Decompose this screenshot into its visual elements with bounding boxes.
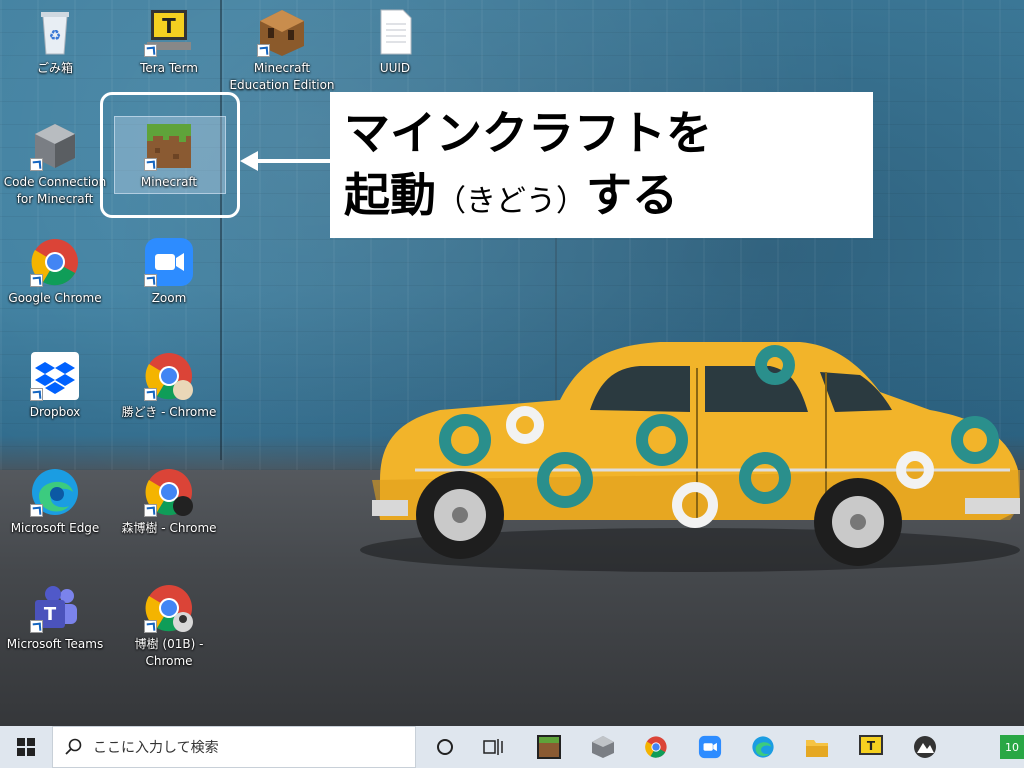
taskbar-search-box[interactable]: ここに入力して検索 [52, 726, 416, 768]
dropbox-icon [29, 350, 81, 402]
shortcut-arrow-icon [144, 620, 157, 633]
start-button[interactable] [0, 726, 52, 768]
edge-icon [752, 736, 774, 758]
shortcut-arrow-icon [30, 274, 43, 287]
shortcut-arrow-icon [144, 504, 157, 517]
desktop-icon-zoom[interactable]: Zoom [114, 236, 224, 307]
windows-logo-icon [17, 738, 35, 756]
svg-text:T: T [162, 14, 176, 38]
shortcut-arrow-icon [144, 274, 157, 287]
svg-text:T: T [867, 739, 876, 753]
tera-term-icon: T [143, 6, 195, 58]
cortana-button[interactable] [422, 726, 468, 768]
search-placeholder: ここに入力して検索 [93, 740, 219, 756]
svg-text:T: T [44, 604, 57, 625]
task-view-icon [483, 739, 503, 755]
task-view-button[interactable] [470, 726, 516, 768]
file-explorer-icon [806, 740, 828, 757]
furigana-reading: （きどう） [436, 184, 586, 219]
taskbar-app-file-explorer[interactable] [794, 726, 840, 768]
pointer-arrow [240, 151, 332, 171]
desktop-icon-recycle-bin[interactable]: ♻ ごみ箱 [0, 6, 110, 77]
shortcut-arrow-icon [257, 44, 270, 57]
minecraft-highlight-frame [100, 92, 240, 218]
desktop-icon-microsoft-edge[interactable]: Microsoft Edge [0, 466, 110, 537]
chrome-icon [29, 236, 81, 288]
minecraft-education-icon [256, 6, 308, 58]
svg-text:♻: ♻ [49, 28, 62, 44]
zoom-icon [143, 236, 195, 288]
shortcut-arrow-icon [30, 620, 43, 633]
cortana-icon [437, 739, 453, 755]
instruction-line-2: 起動（きどう）する [344, 168, 678, 222]
instruction-line-1: マインクラフトを [344, 106, 712, 160]
tera-term-icon: T [859, 735, 883, 755]
shortcut-arrow-icon [30, 504, 43, 517]
text-file-icon [369, 6, 421, 58]
desktop-icon-chrome-profile-kachidoki[interactable]: 勝どき - Chrome [114, 350, 224, 421]
recycle-bin-icon: ♻ [29, 6, 81, 58]
chrome-icon [645, 736, 667, 758]
code-connection-icon [29, 120, 81, 172]
desktop-icon-tera-term[interactable]: T Tera Term [114, 6, 224, 77]
chrome-profile-icon [143, 466, 195, 518]
desktop-icon-google-chrome[interactable]: Google Chrome [0, 236, 110, 307]
edge-icon [29, 466, 81, 518]
taskbar-app-chrome[interactable] [633, 726, 679, 768]
code-connection-icon [592, 736, 614, 758]
shortcut-arrow-icon [144, 44, 157, 57]
desktop-icon-code-connection[interactable]: Code Connection for Minecraft [0, 120, 110, 208]
shortcut-arrow-icon [144, 388, 157, 401]
desktop-icon-chrome-profile-mori[interactable]: 森博樹 - Chrome [114, 466, 224, 537]
desktop-icon-minecraft-education[interactable]: Minecraft Education Edition [227, 6, 337, 94]
taskbar-app-minecraft[interactable] [526, 726, 572, 768]
shortcut-arrow-icon [30, 158, 43, 171]
system-tray-clock[interactable]: 10 [1000, 735, 1024, 759]
desktop-icon-chrome-profile-hiroki[interactable]: 博樹 (01B) - Chrome [114, 582, 224, 670]
shortcut-arrow-icon [30, 388, 43, 401]
chrome-profile-icon [143, 582, 195, 634]
taskbar-app-tera-term[interactable]: T [848, 726, 894, 768]
instruction-callout: マインクラフトを 起動（きどう）する [330, 92, 873, 238]
taskbar-app-unknown[interactable] [902, 726, 948, 768]
desktop-icon-microsoft-teams[interactable]: T Microsoft Teams [0, 582, 110, 653]
minecraft-icon [537, 735, 561, 759]
teams-icon: T [29, 582, 81, 634]
zoom-icon [698, 735, 722, 759]
taskbar-app-code-connection[interactable] [580, 726, 626, 768]
search-icon [65, 738, 82, 755]
taskbar: ここに入力して検索 T 10 [0, 726, 1024, 768]
taskbar-app-zoom[interactable] [687, 726, 733, 768]
desktop-icon-uuid[interactable]: UUID [340, 6, 450, 77]
unknown-app-icon [914, 736, 936, 758]
taskbar-app-edge[interactable] [740, 726, 786, 768]
desktop-icon-dropbox[interactable]: Dropbox [0, 350, 110, 421]
chrome-profile-icon [143, 350, 195, 402]
